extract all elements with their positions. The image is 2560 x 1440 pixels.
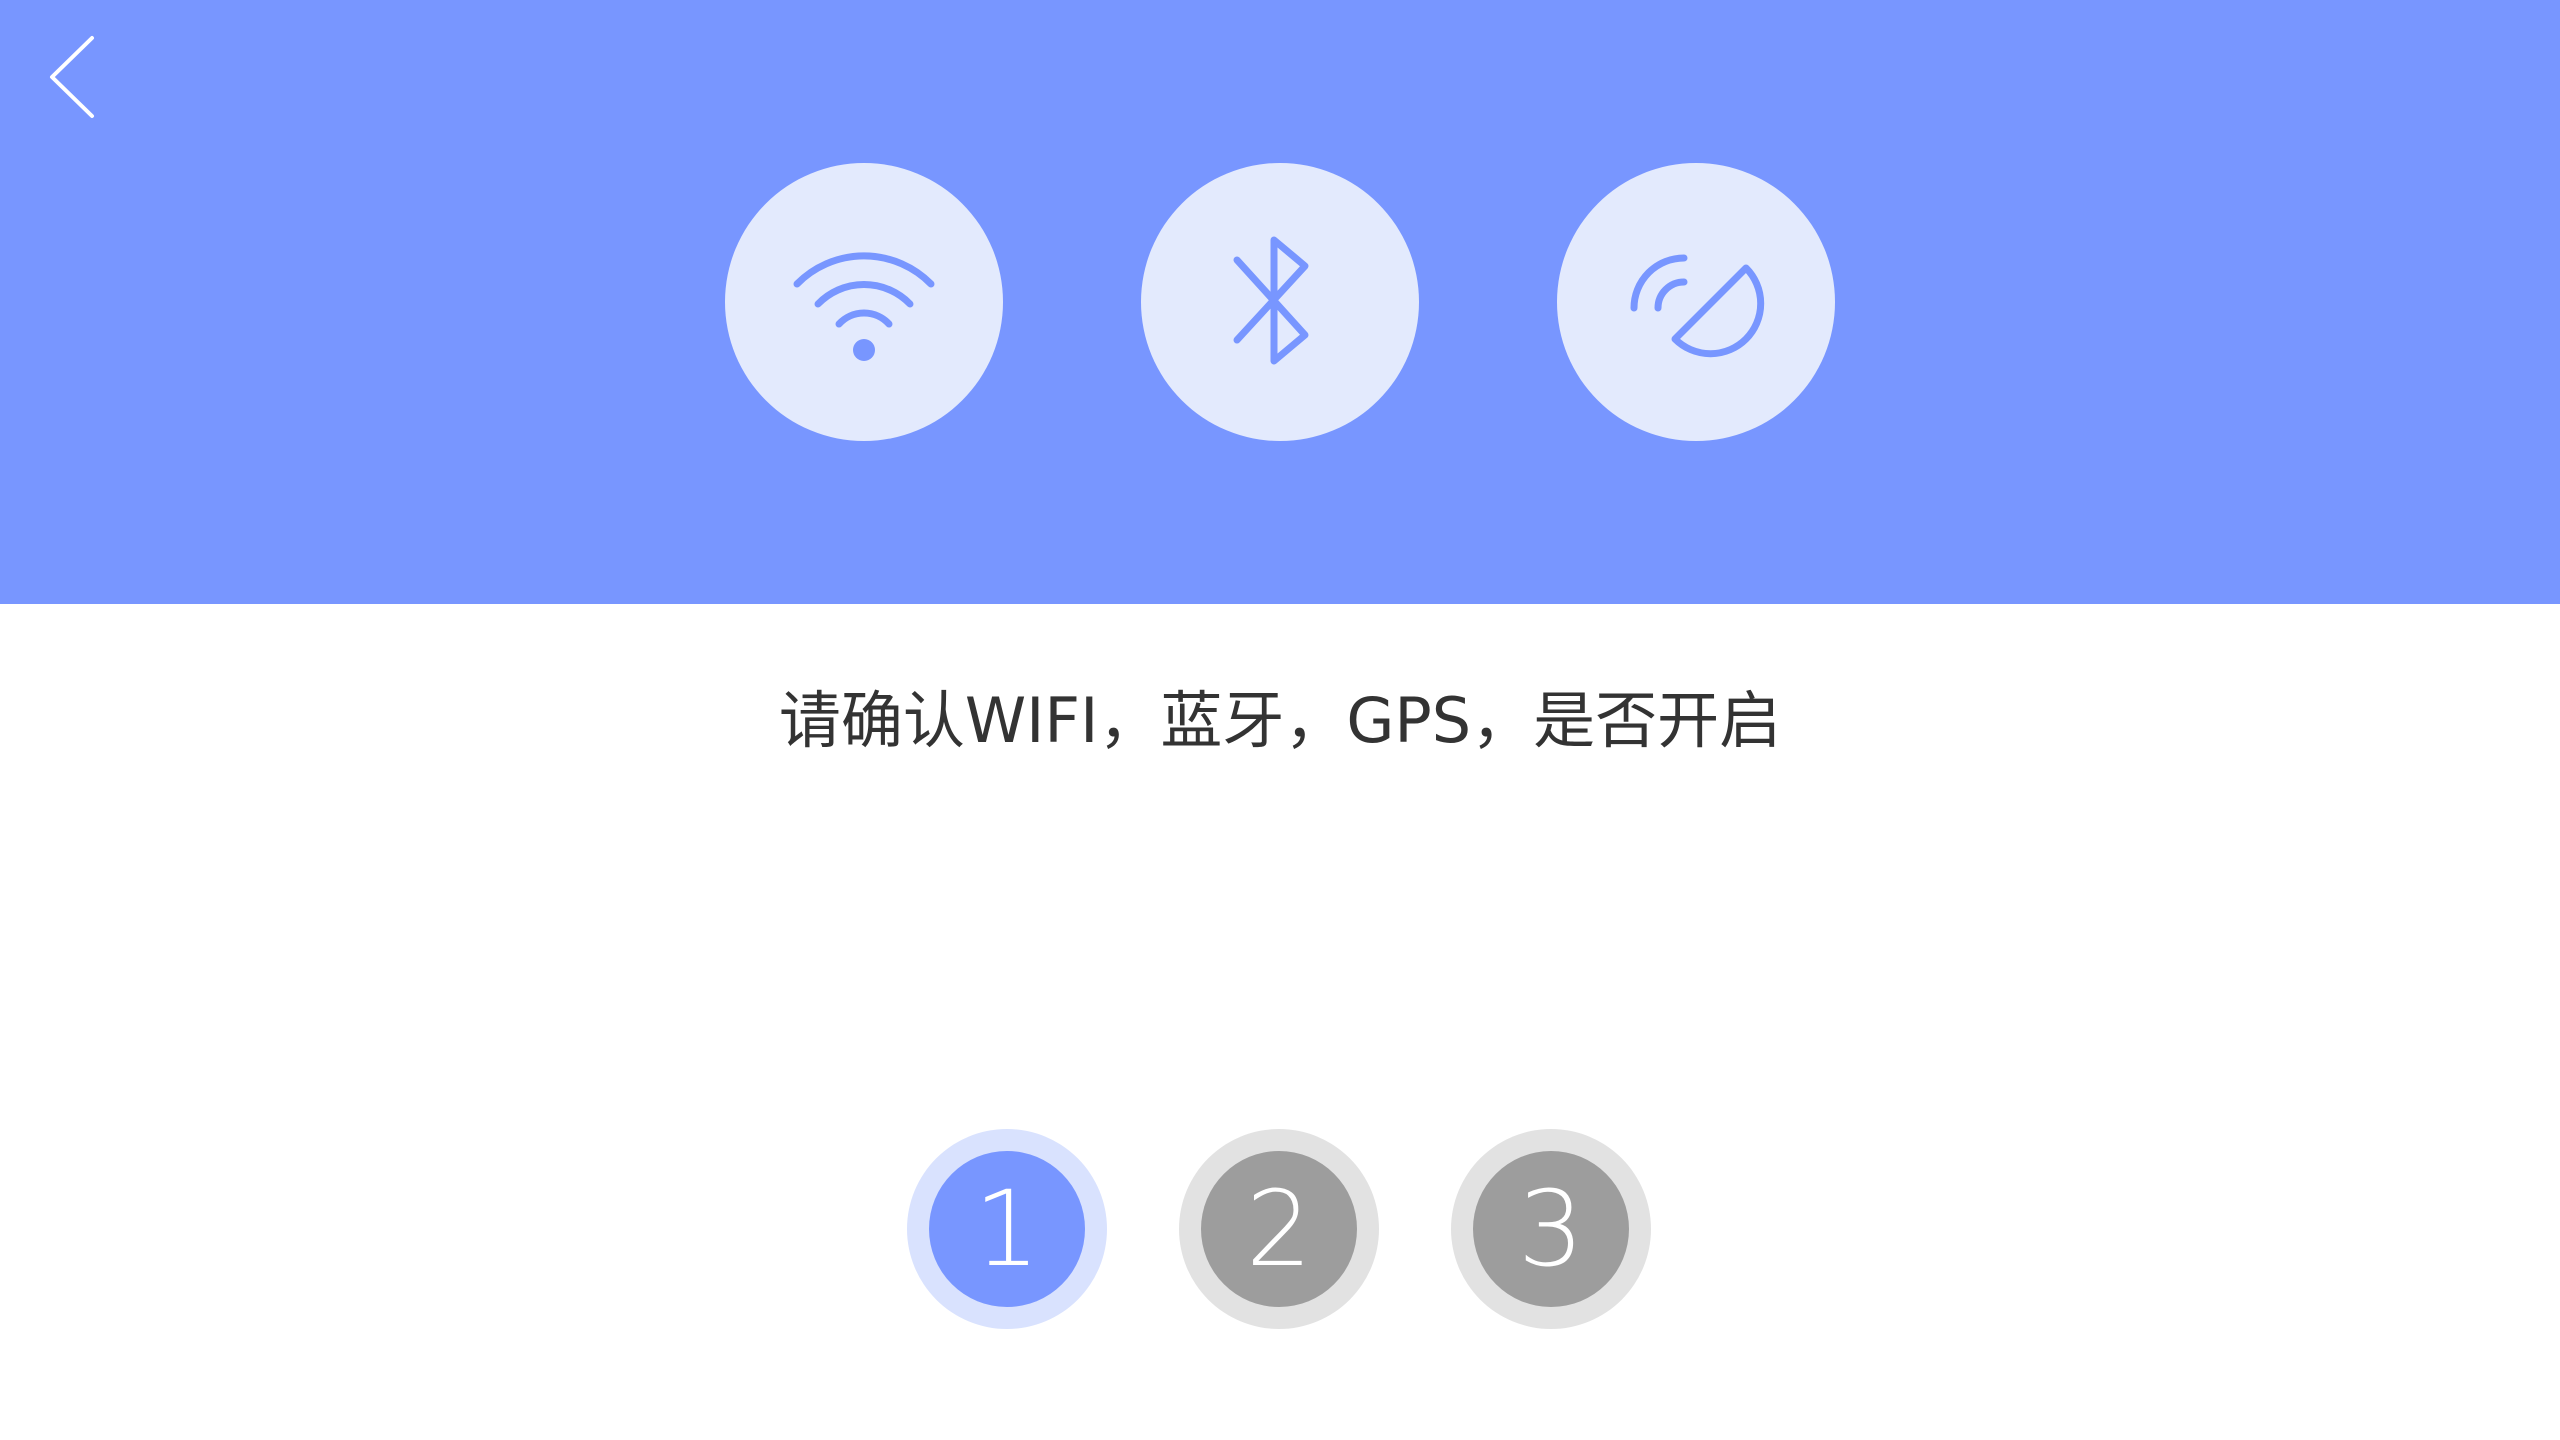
- wifi-status-circle: [725, 163, 1003, 441]
- chevron-left-icon: [50, 36, 94, 118]
- step-indicator-1: 1: [907, 1129, 1107, 1329]
- step-number: 1: [929, 1151, 1085, 1307]
- gps-status-circle: [1557, 163, 1835, 441]
- bluetooth-status-circle: [1141, 163, 1419, 441]
- step-number: 3: [1473, 1151, 1629, 1307]
- step-number: 2: [1201, 1151, 1357, 1307]
- step-indicator-3: 3: [1451, 1129, 1651, 1329]
- instruction-text: 请确认WIFI，蓝牙，GPS，是否开启: [778, 684, 1782, 757]
- header-banner: [0, 0, 2560, 604]
- wifi-icon: [793, 252, 935, 361]
- gps-icon: [1630, 254, 1765, 358]
- back-button[interactable]: [22, 22, 122, 132]
- step-indicator-2: 2: [1179, 1129, 1379, 1329]
- bluetooth-icon: [1233, 236, 1309, 365]
